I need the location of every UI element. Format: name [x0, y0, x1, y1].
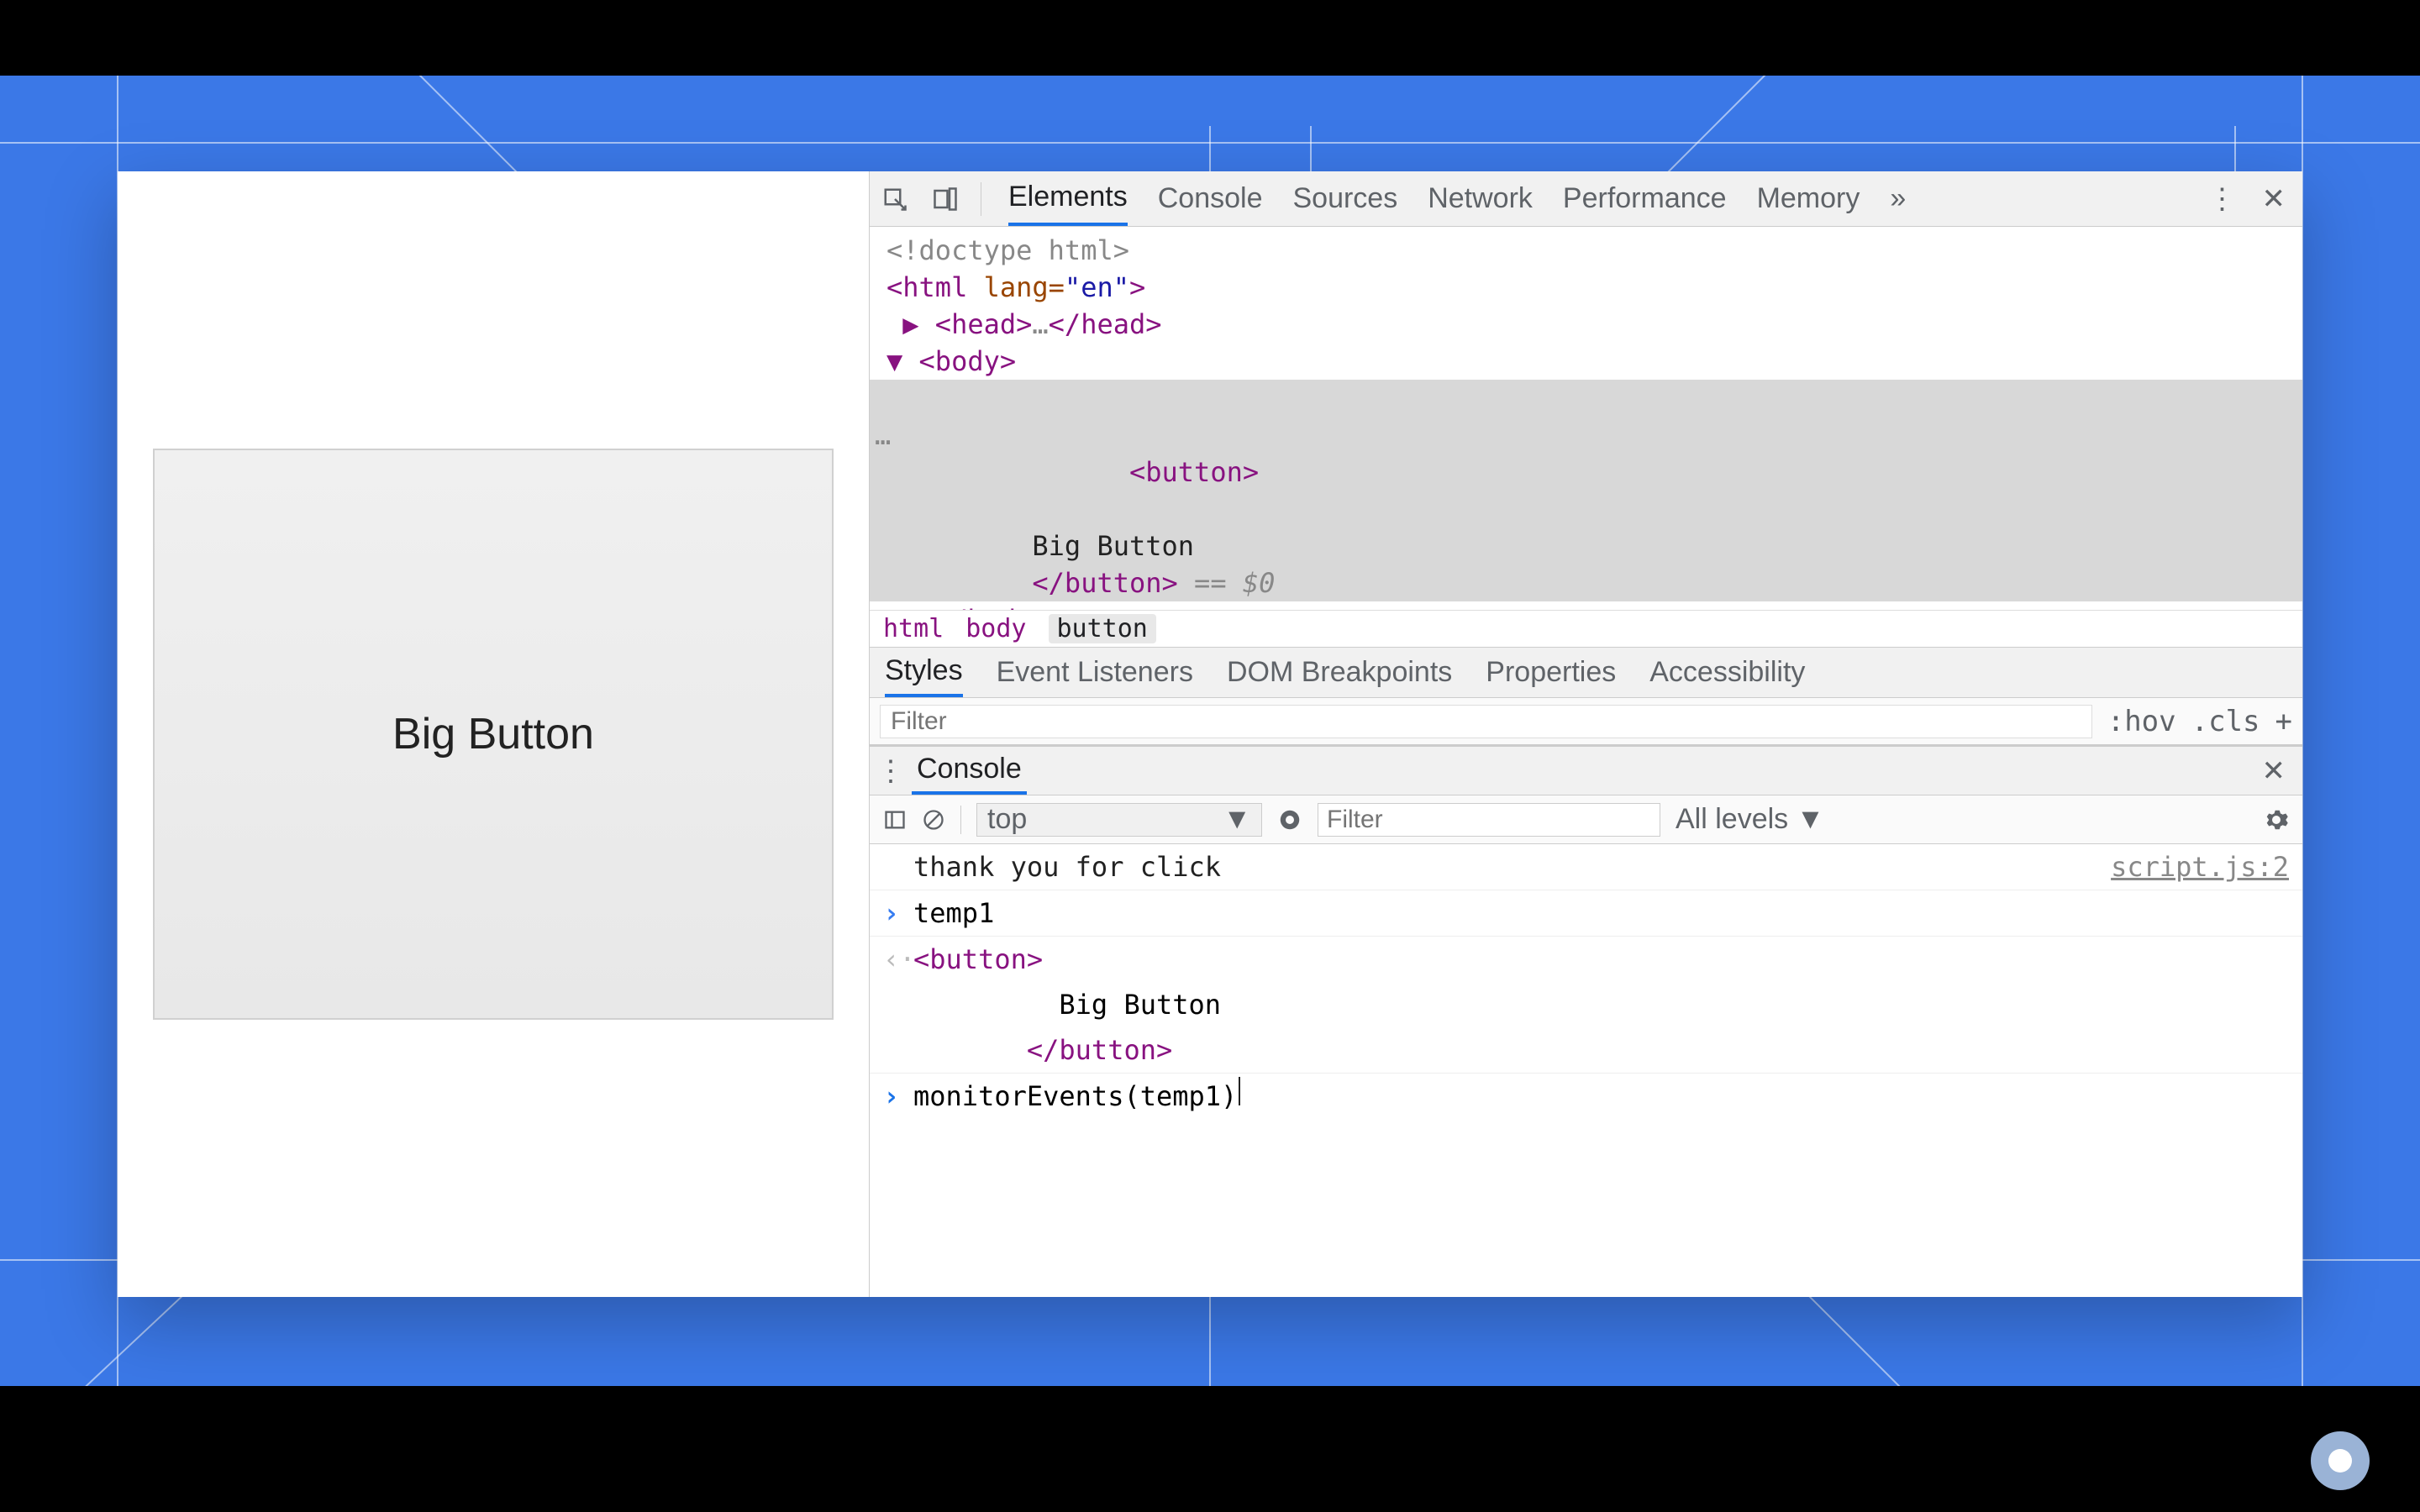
clear-console-icon[interactable] [922, 808, 945, 832]
context-label: top [987, 803, 1027, 836]
console-input-row[interactable]: › temp1 [870, 890, 2302, 937]
app-window: Big Button Elements Console Sources Netw… [118, 171, 2302, 1297]
dom-line[interactable]: <html lang="en"> [870, 269, 2302, 306]
console-current-input[interactable]: › monitorEvents(temp1) [870, 1074, 2302, 1119]
subtab-dom-breakpoints[interactable]: DOM Breakpoints [1227, 656, 1452, 689]
console-settings-icon[interactable] [2264, 807, 2289, 832]
input-chevron-icon: › [883, 894, 913, 932]
console-input-text: monitorEvents(temp1) [913, 1077, 1237, 1116]
breadcrumb: html body button [870, 610, 2302, 648]
console-output-row[interactable]: Big Button [870, 982, 2302, 1027]
tab-memory[interactable]: Memory [1757, 171, 1860, 226]
text-caret [1239, 1077, 1240, 1105]
styles-subtabs: Styles Event Listeners DOM Breakpoints P… [870, 648, 2302, 698]
styles-filter-row: :hov .cls + [870, 698, 2302, 745]
big-button[interactable]: Big Button [153, 449, 834, 1020]
elements-tree[interactable]: <!doctype html> <html lang="en"> ▶ <head… [870, 227, 2302, 610]
dom-selected-text[interactable]: Big Button [870, 528, 2302, 564]
dom-line[interactable]: <!doctype html> [870, 232, 2302, 269]
cls-button[interactable]: .cls [2191, 705, 2260, 738]
subtab-event-listeners[interactable]: Event Listeners [997, 656, 1193, 689]
presentation-stage: Big Button Elements Console Sources Netw… [0, 76, 2420, 1386]
dom-line-head[interactable]: ▶ <head>…</head> [870, 306, 2302, 343]
drawer-tab-console[interactable]: Console [912, 747, 1027, 795]
styles-filter-input[interactable] [880, 705, 2092, 738]
dom-selected-close[interactable]: </button> == $0 [870, 564, 2302, 601]
subtab-styles[interactable]: Styles [885, 648, 963, 697]
subtab-accessibility[interactable]: Accessibility [1649, 656, 1805, 689]
tab-network[interactable]: Network [1428, 171, 1533, 226]
kebab-menu-icon[interactable]: ⋮ [2208, 182, 2237, 216]
console-log-msg: thank you for click [913, 848, 1221, 886]
devtools-tabs: Elements Console Sources Network Perform… [1008, 171, 1906, 226]
chrome-logo-icon [2311, 1431, 2370, 1490]
tab-elements[interactable]: Elements [1008, 171, 1128, 226]
crumb-html[interactable]: html [883, 614, 944, 643]
drawer-menu-icon[interactable]: ⋮ [870, 754, 912, 788]
sidebar-toggle-icon[interactable] [883, 808, 907, 832]
dom-line-body[interactable]: ▼ <body> [870, 343, 2302, 380]
inspect-icon[interactable] [870, 186, 920, 212]
new-style-rule-icon[interactable]: + [2275, 705, 2292, 738]
console-input-text: temp1 [913, 894, 994, 932]
devtools-toolbar: Elements Console Sources Network Perform… [870, 171, 2302, 227]
console-output-row[interactable]: ‹· <button> [870, 937, 2302, 982]
dom-selected-open[interactable]: … <button> [870, 380, 2302, 528]
console-log-source[interactable]: script.js:2 [2111, 848, 2289, 886]
rendered-page: Big Button [118, 171, 869, 1297]
tab-sources[interactable]: Sources [1292, 171, 1397, 226]
console-log-row[interactable]: thank you for click script.js:2 [870, 844, 2302, 890]
console-output[interactable]: thank you for click script.js:2 › temp1 … [870, 844, 2302, 1297]
dom-line-body-close[interactable]: </body> [870, 601, 2302, 610]
crumb-body[interactable]: body [965, 614, 1026, 643]
chevron-down-icon: ▼ [1223, 803, 1251, 836]
divider [960, 806, 961, 834]
console-drawer-tabbar: ⋮ Console ✕ [870, 747, 2302, 795]
tab-console[interactable]: Console [1158, 171, 1263, 226]
output-chevron-icon: ‹· [883, 940, 913, 979]
live-expression-icon[interactable] [1277, 807, 1302, 832]
hov-button[interactable]: :hov [2107, 705, 2176, 738]
tab-performance[interactable]: Performance [1563, 171, 1727, 226]
drawer-close-icon[interactable]: ✕ [2262, 754, 2286, 788]
context-selector[interactable]: top ▼ [976, 803, 1262, 837]
console-output-row[interactable]: </button> [870, 1027, 2302, 1074]
log-levels-select[interactable]: All levels ▼ [1676, 803, 1824, 836]
subtab-properties[interactable]: Properties [1486, 656, 1616, 689]
device-mode-icon[interactable] [920, 186, 971, 212]
console-toolbar: top ▼ All levels ▼ [870, 795, 2302, 844]
input-chevron-icon: › [883, 1077, 913, 1116]
console-filter-input[interactable] [1318, 803, 1660, 837]
console-drawer: ⋮ Console ✕ top ▼ [870, 745, 2302, 1297]
tab-overflow-icon[interactable]: » [1890, 171, 1906, 226]
crumb-button[interactable]: button [1049, 614, 1156, 643]
close-icon[interactable]: ✕ [2262, 182, 2286, 216]
devtools-panel: Elements Console Sources Network Perform… [869, 171, 2302, 1297]
